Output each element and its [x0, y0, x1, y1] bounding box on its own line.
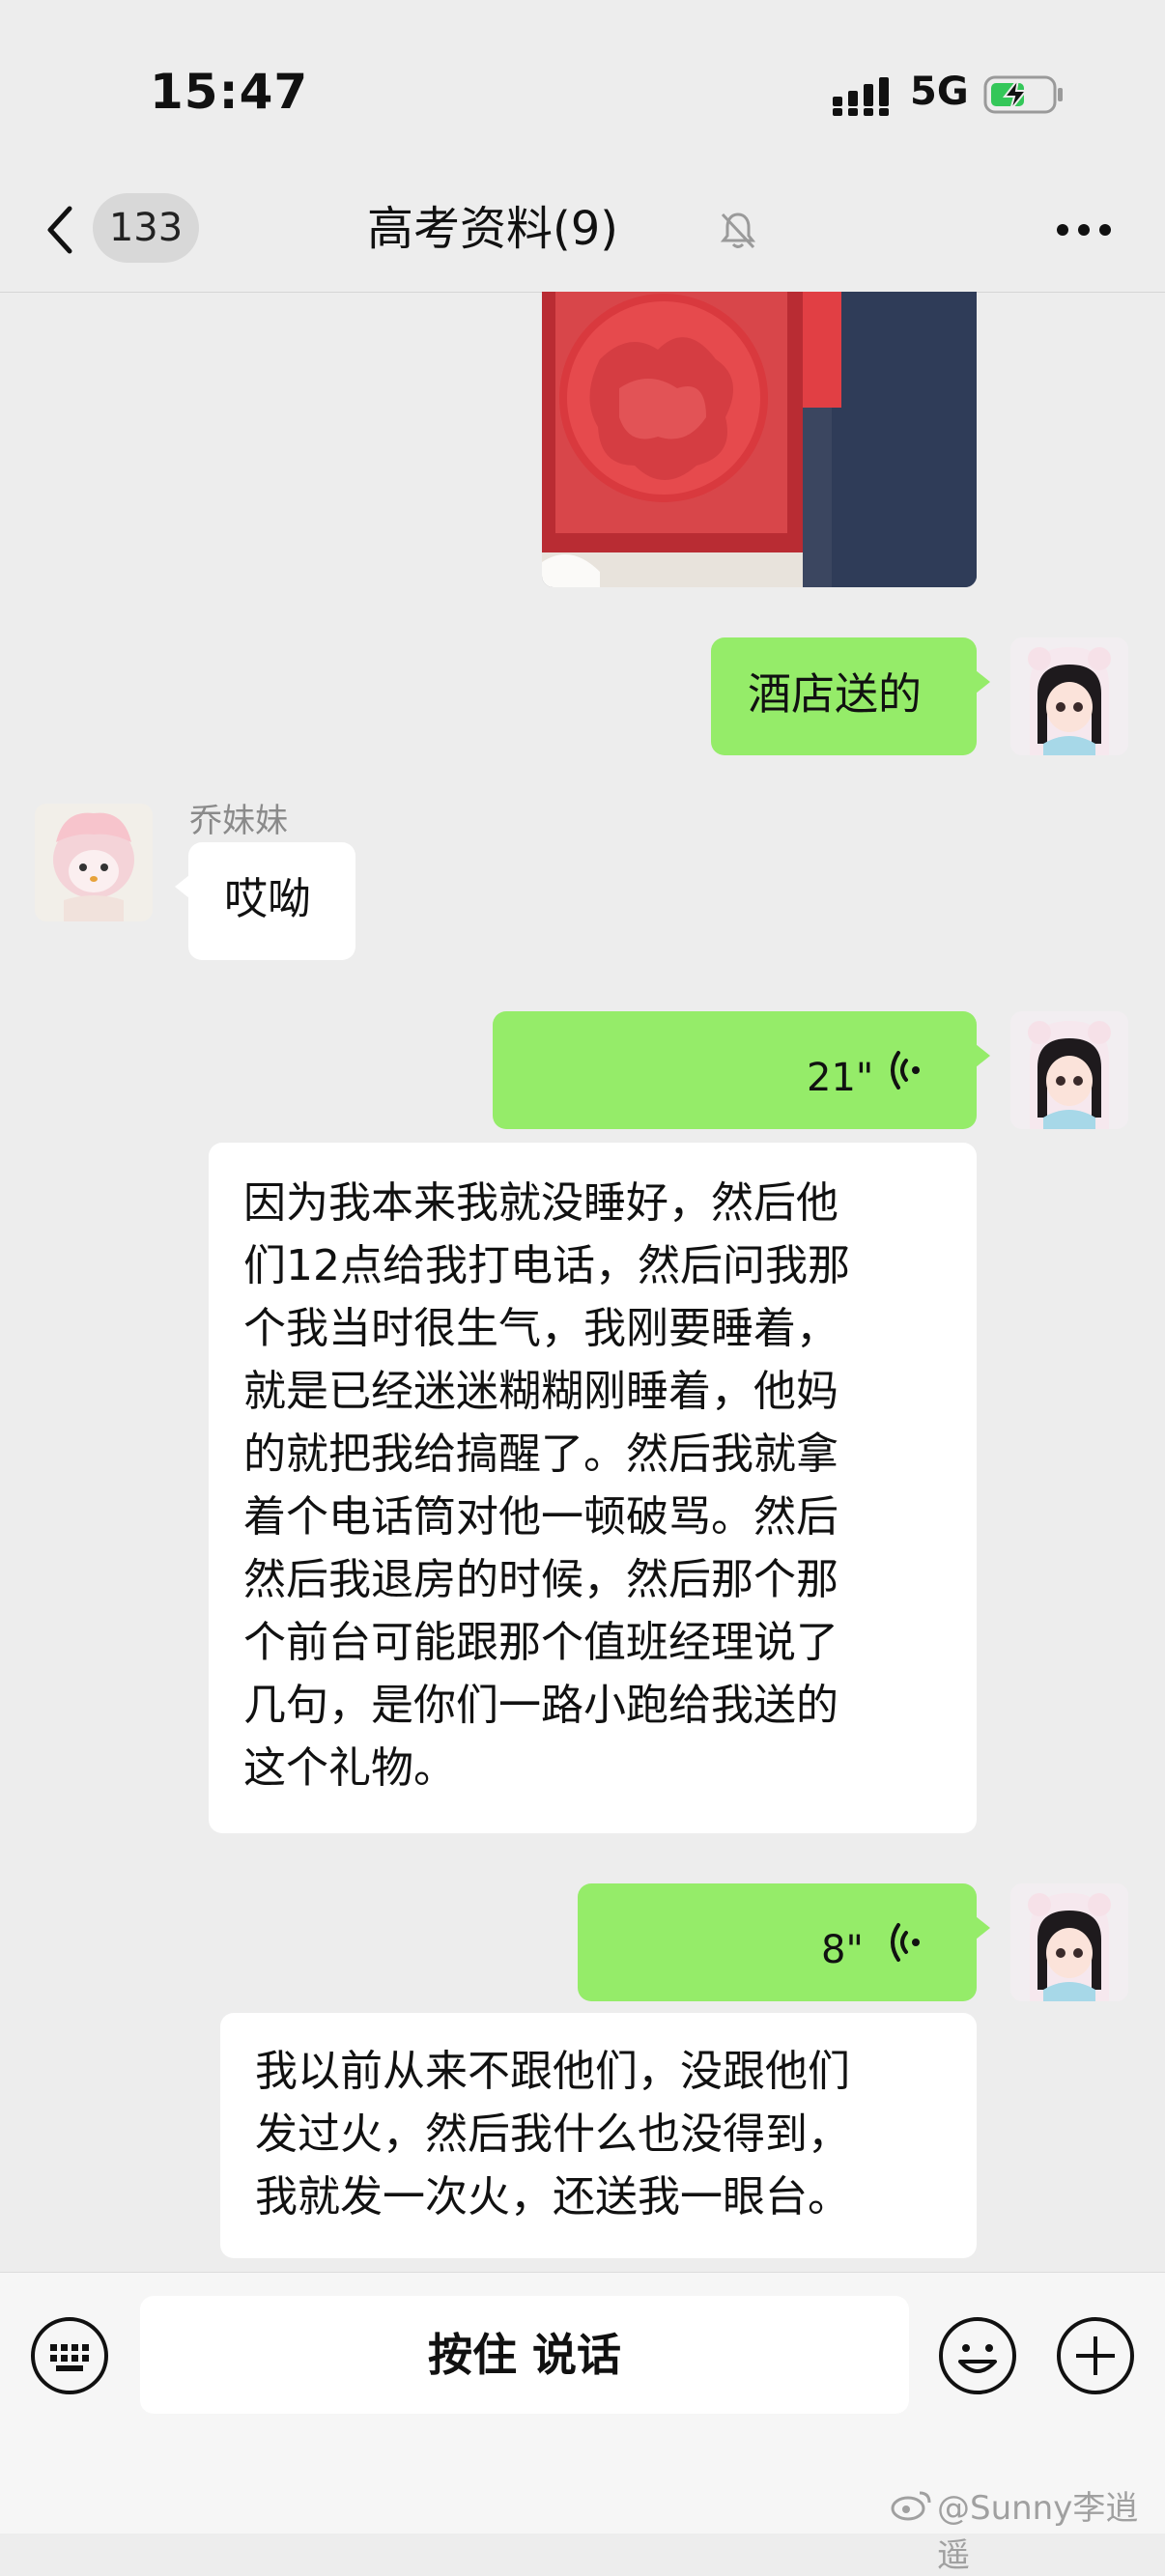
chat-input-bar: 按住 说话 @Sunny李逍遥	[0, 2272, 1165, 2575]
voice-transcript-card[interactable]: 因为我本来我就没睡好，然后他 们12点给我打电话，然后问我那 个我当时很生气，我…	[209, 1143, 977, 1833]
status-bar: 15:47 5G	[0, 0, 1165, 184]
keyboard-icon[interactable]	[29, 2315, 110, 2396]
plus-icon[interactable]	[1055, 2315, 1136, 2396]
network-type: 5G	[910, 70, 969, 114]
transcript-line: 因为我本来我就没睡好，然后他	[243, 1178, 838, 1228]
transcript-line: 个前台可能跟那个值班经理说了	[243, 1618, 838, 1667]
transcript-line: 着个电话筒对他一顿破骂。然后	[243, 1492, 838, 1542]
transcript-line: 就是已经迷迷糊糊刚睡着，他妈	[243, 1367, 838, 1416]
transcript-line: 的就把我给搞醒了。然后我就拿	[243, 1430, 838, 1479]
unread-count-badge[interactable]: 133	[93, 193, 199, 263]
watermark: @Sunny李逍遥	[937, 2489, 1139, 2575]
voice-wave-icon	[891, 1051, 920, 1090]
message-text: 哎呦	[224, 873, 312, 924]
my-avatar[interactable]	[1010, 1883, 1128, 2001]
chat-title: 高考资料(9)	[367, 202, 618, 256]
transcript-line: 们12点给我打电话，然后问我那	[243, 1241, 850, 1290]
muted-bell-icon	[720, 212, 756, 249]
chat-header: 133 高考资料(9)	[0, 184, 1165, 293]
voice-message-bubble[interactable]: 21"	[493, 1011, 990, 1129]
battery-charging-icon	[983, 75, 1063, 114]
other-message-bubble[interactable]: 哎呦	[175, 842, 355, 960]
transcript-line: 我以前从来不跟他们，没跟他们	[255, 2047, 850, 2096]
transcript-line: 这个礼物。	[243, 1743, 456, 1793]
back-arrow-icon[interactable]	[41, 201, 79, 259]
sender-avatar[interactable]	[35, 804, 153, 921]
transcript-line: 我就发一次火，还送我一眼台。	[255, 2172, 850, 2222]
voice-wave-icon	[891, 1923, 920, 1962]
transcript-line: 发过火，然后我什么也没得到，	[255, 2109, 850, 2159]
status-time: 15:47	[150, 64, 309, 120]
emoji-icon[interactable]	[937, 2315, 1018, 2396]
my-avatar[interactable]	[1010, 1011, 1128, 1129]
voice-duration: 21"	[807, 1056, 874, 1100]
sender-name: 乔妹妹	[189, 802, 288, 840]
my-avatar[interactable]	[1010, 637, 1128, 755]
my-message-bubble[interactable]: 酒店送的	[711, 637, 990, 755]
voice-transcript-card[interactable]: 我以前从来不跟他们，没跟他们 发过火，然后我什么也没得到， 我就发一次火，还送我…	[220, 2013, 977, 2258]
hold-to-talk-button[interactable]: 按住 说话	[140, 2296, 909, 2414]
more-options-icon[interactable]	[1055, 222, 1113, 238]
transcript-line: 然后我退房的时候，然后那个那	[243, 1555, 838, 1604]
voice-message-bubble[interactable]: 8"	[578, 1883, 990, 2001]
cellular-signal-icon	[833, 77, 889, 116]
weibo-logo-icon	[891, 2491, 931, 2521]
transcript-line: 几句，是你们一路小跑给我送的	[243, 1681, 838, 1730]
transcript-line: 个我当时很生气，我刚要睡着，	[243, 1304, 838, 1353]
message-text: 酒店送的	[748, 668, 923, 720]
gift-photo-message[interactable]	[542, 292, 977, 587]
voice-duration: 8"	[821, 1928, 864, 1972]
